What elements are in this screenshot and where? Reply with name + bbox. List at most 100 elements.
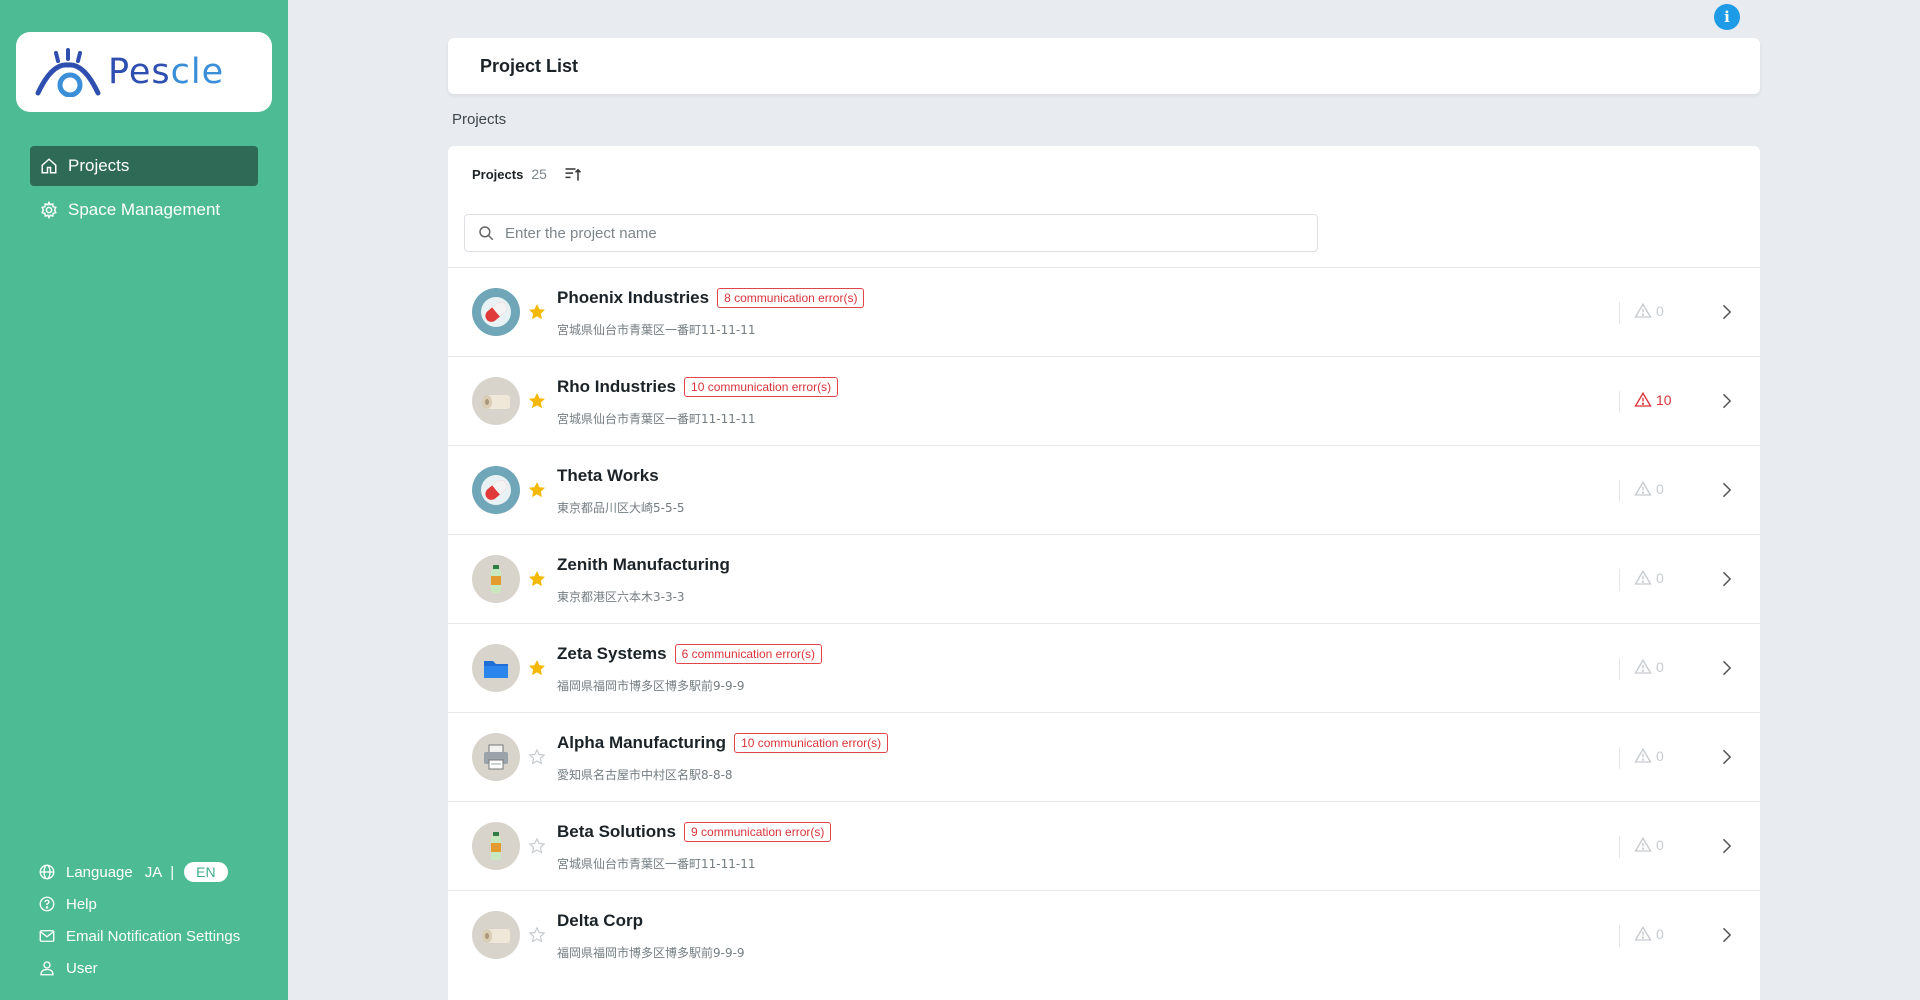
project-avatar-bottle-icon xyxy=(472,822,520,870)
alert-count: 0 xyxy=(1634,302,1664,320)
breadcrumb: Projects xyxy=(452,111,507,128)
app-logo[interactable]: Pescle xyxy=(16,32,272,112)
project-row[interactable]: Beta Solutions 9 communication error(s) … xyxy=(448,801,1760,890)
project-address: 東京都港区六本木3-3-3 xyxy=(557,590,685,604)
divider xyxy=(1619,391,1620,413)
page-title: Project List xyxy=(480,55,579,76)
project-name: Zenith Manufacturing xyxy=(557,555,730,574)
alert-count-value: 0 xyxy=(1656,303,1664,319)
bottle-icon xyxy=(491,832,501,860)
lang-ja-option[interactable]: JA xyxy=(145,864,163,881)
project-avatar-bottle-icon xyxy=(472,555,520,603)
star-filled-icon[interactable] xyxy=(528,303,546,321)
globe-icon xyxy=(39,864,55,880)
project-name: Delta Corp xyxy=(557,911,643,930)
alert-count-value: 0 xyxy=(1656,837,1664,853)
chevron-right-icon[interactable] xyxy=(1716,658,1736,678)
star-filled-icon[interactable] xyxy=(528,481,546,499)
communication-error-badge: 8 communication error(s) xyxy=(717,288,865,308)
chevron-right-icon[interactable] xyxy=(1716,391,1736,411)
user-label: User xyxy=(66,959,98,977)
alert-count: 0 xyxy=(1634,747,1664,765)
chevron-right-icon[interactable] xyxy=(1716,569,1736,589)
gear-icon xyxy=(41,201,57,219)
project-row[interactable]: Delta Corp 福岡県福岡市博多区博多駅前9-9-9 0 xyxy=(448,890,1760,979)
chevron-right-icon[interactable] xyxy=(1716,747,1736,767)
page-header: Project List xyxy=(448,38,1760,94)
warning-icon xyxy=(1634,569,1652,585)
chevron-right-icon[interactable] xyxy=(1716,302,1736,322)
project-title: Rho Industries 10 communication error(s) xyxy=(557,377,839,397)
project-count-label: Projects xyxy=(472,166,524,182)
search-icon xyxy=(479,226,494,241)
lang-separator: | xyxy=(170,863,175,881)
project-row[interactable]: Alpha Manufacturing 10 communication err… xyxy=(448,712,1760,801)
communication-error-badge: 6 communication error(s) xyxy=(674,644,822,664)
star-outline-icon[interactable] xyxy=(528,926,546,944)
project-title: Beta Solutions 9 communication error(s) xyxy=(557,822,832,842)
project-title: Alpha Manufacturing 10 communication err… xyxy=(557,733,889,753)
project-title: Zeta Systems 6 communication error(s) xyxy=(557,644,822,664)
project-address: 愛知県名古屋市中村区名駅8-8-8 xyxy=(557,768,733,782)
project-name: Beta Solutions xyxy=(557,822,677,841)
help-link[interactable]: Help xyxy=(38,888,278,920)
warning-icon xyxy=(1634,836,1652,852)
nav-item-label: Projects xyxy=(68,156,130,175)
project-avatar-folder-icon xyxy=(472,644,520,692)
nav-item-projects[interactable]: Projects xyxy=(30,146,258,186)
project-name: Theta Works xyxy=(557,466,659,485)
project-name: Rho Industries xyxy=(557,377,677,396)
logo-text: Pescle xyxy=(108,52,225,92)
warning-icon xyxy=(1634,925,1652,941)
project-avatar-printer-icon xyxy=(472,733,520,781)
project-row[interactable]: Theta Works 東京都品川区大崎5-5-5 0 xyxy=(448,445,1760,534)
email-settings-link[interactable]: Email Notification Settings xyxy=(38,920,278,952)
bottle-icon xyxy=(491,565,501,593)
alert-count: 0 xyxy=(1634,480,1664,498)
nav-item-space-management[interactable]: Space Management xyxy=(30,190,258,230)
project-address: 宮城県仙台市青葉区一番町11-11-11 xyxy=(557,412,756,426)
sidebar: Pescle Projects Space Management Languag… xyxy=(0,0,288,1000)
star-outline-icon[interactable] xyxy=(528,748,546,766)
mail-icon xyxy=(39,930,55,942)
alert-count: 0 xyxy=(1634,925,1664,943)
folder-icon xyxy=(484,661,508,678)
project-name: Alpha Manufacturing xyxy=(557,733,727,752)
divider xyxy=(1619,302,1620,324)
main-nav: Projects Space Management xyxy=(30,146,258,234)
user-link[interactable]: User xyxy=(38,952,278,984)
project-title: Theta Works xyxy=(557,466,659,486)
project-row[interactable]: Phoenix Industries 8 communication error… xyxy=(448,267,1760,356)
warning-icon xyxy=(1634,391,1652,407)
roll-icon xyxy=(482,395,510,409)
project-title: Delta Corp xyxy=(557,911,643,931)
info-button[interactable]: i xyxy=(1714,4,1740,30)
eye-logo-icon xyxy=(35,48,101,97)
alert-count-value: 0 xyxy=(1656,659,1664,675)
project-row[interactable]: Zenith Manufacturing 東京都港区六本木3-3-3 0 xyxy=(448,534,1760,623)
divider xyxy=(1619,480,1620,502)
project-row[interactable]: Zeta Systems 6 communication error(s) 福岡… xyxy=(448,623,1760,712)
project-list-card: Projects 25 Phoenix Industries 8 communi… xyxy=(448,146,1760,1000)
chevron-right-icon[interactable] xyxy=(1716,925,1736,945)
alert-count-value: 0 xyxy=(1656,570,1664,586)
language-label: Language xyxy=(66,863,133,881)
warning-icon xyxy=(1634,747,1652,763)
chevron-right-icon[interactable] xyxy=(1716,480,1736,500)
sort-icon[interactable] xyxy=(563,164,583,184)
star-filled-icon[interactable] xyxy=(528,659,546,677)
star-outline-icon[interactable] xyxy=(528,837,546,855)
lang-en-option[interactable]: EN xyxy=(184,862,228,882)
search-input[interactable] xyxy=(505,224,1305,242)
alert-count: 0 xyxy=(1634,658,1664,676)
pill-icon xyxy=(481,297,511,327)
divider xyxy=(1619,836,1620,858)
chevron-right-icon[interactable] xyxy=(1716,836,1736,856)
language-switcher: Language JA | EN xyxy=(38,856,278,888)
help-label: Help xyxy=(66,895,97,913)
star-filled-icon[interactable] xyxy=(528,570,546,588)
user-icon xyxy=(40,961,54,976)
project-row[interactable]: Rho Industries 10 communication error(s)… xyxy=(448,356,1760,445)
star-filled-icon[interactable] xyxy=(528,392,546,410)
warning-icon xyxy=(1634,302,1652,318)
